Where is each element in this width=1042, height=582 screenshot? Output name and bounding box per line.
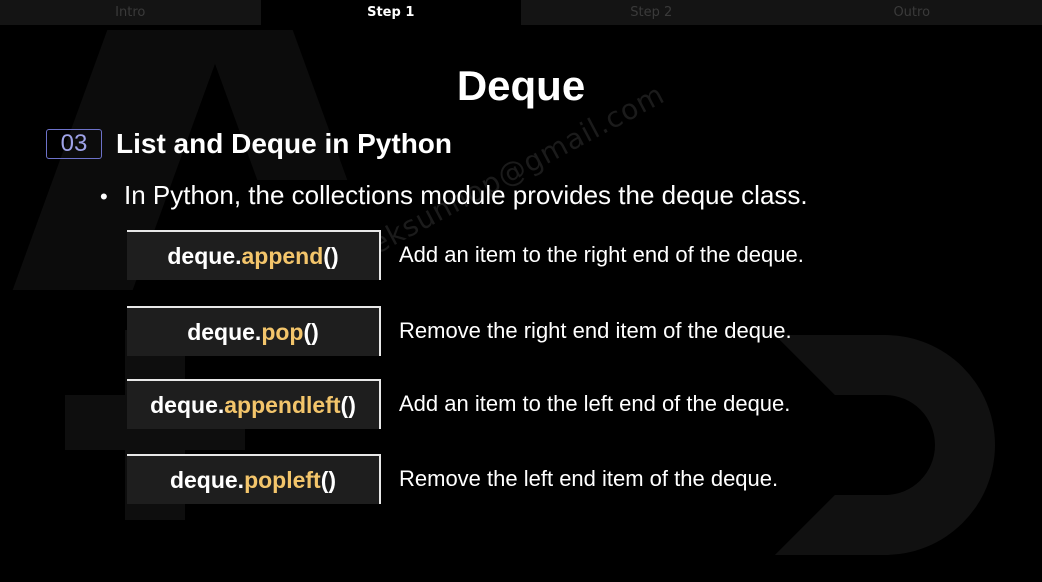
method-suffix: ()	[303, 318, 319, 345]
method-suffix: ()	[320, 466, 337, 493]
method-suffix: ()	[323, 242, 339, 269]
method-prefix: deque.	[169, 466, 245, 493]
method-function-name: popleft	[244, 466, 321, 493]
section-number-badge: 03	[46, 129, 102, 159]
tab-step-2[interactable]: Step 2	[521, 0, 782, 25]
bullet-dot-icon: •	[100, 184, 108, 209]
section-title: List and Deque in Python	[116, 128, 453, 159]
method-row-append: deque. append() Add an item to the right …	[127, 230, 804, 280]
slide-title: Deque	[456, 62, 586, 109]
section-heading: 03 List and Deque in Python	[46, 128, 452, 160]
method-description: Add an item to the left end of the deque…	[399, 391, 791, 416]
method-row-appendleft: deque. appendleft() Add an item to the le…	[127, 379, 790, 429]
method-function-name: append	[241, 242, 324, 269]
bullet-point: • In Python, the collections module provi…	[100, 180, 808, 211]
method-description: Remove the right end item of the deque.	[399, 318, 792, 343]
tab-intro[interactable]: Intro	[0, 0, 261, 25]
method-suffix: ()	[340, 391, 356, 418]
method-function-name: pop	[261, 318, 304, 345]
method-description: Add an item to the right end of the dequ…	[399, 242, 804, 267]
bullet-text: In Python, the collections module provid…	[124, 180, 808, 210]
method-prefix: deque.	[167, 242, 242, 269]
method-prefix: deque.	[187, 318, 262, 345]
method-description: Remove the left end item of the deque.	[399, 466, 779, 491]
method-box-popleft: deque. popleft()	[127, 454, 381, 504]
method-row-pop: deque. pop() Remove the right end item of…	[127, 306, 792, 356]
tab-outro[interactable]: Outro	[781, 0, 1042, 25]
method-box-pop: deque. pop()	[127, 306, 381, 356]
slide-stage: releksunnop@gmail.com Intro Step 1 Step …	[0, 0, 1042, 582]
method-row-popleft: deque. popleft() Remove the left end item…	[127, 454, 778, 504]
step-tab-bar: Intro Step 1 Step 2 Outro	[0, 0, 1042, 25]
method-box-appendleft: deque. appendleft()	[127, 379, 381, 429]
method-box-append: deque. append()	[127, 230, 381, 280]
background-curve	[775, 335, 995, 555]
method-prefix: deque.	[150, 391, 225, 418]
method-function-name: appendleft	[224, 391, 341, 418]
tab-step-1[interactable]: Step 1	[260, 0, 521, 25]
